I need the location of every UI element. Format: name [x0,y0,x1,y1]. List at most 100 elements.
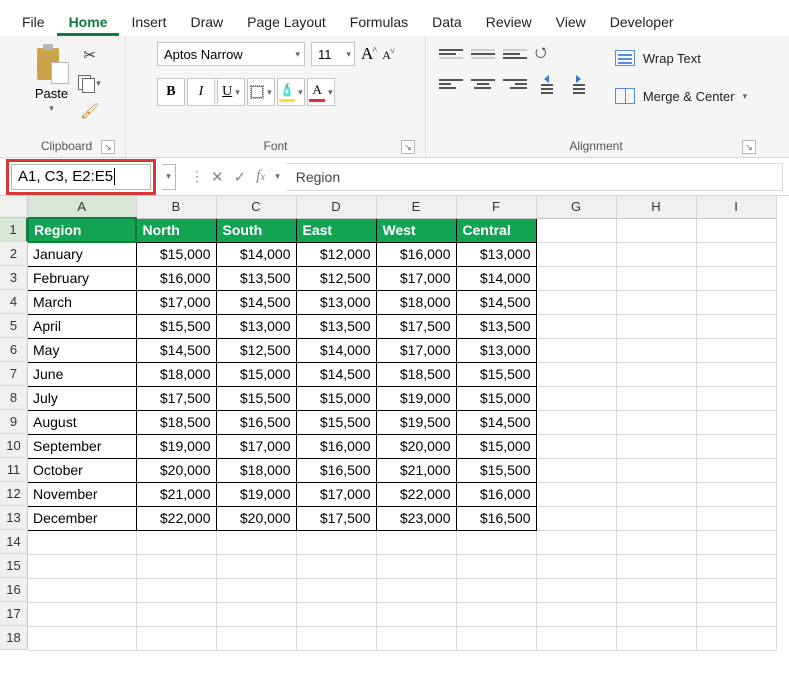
font-color-button[interactable]: A ▾ [307,78,335,106]
cell[interactable] [616,554,696,578]
decrease-font-size-button[interactable]: A˅ [382,46,394,63]
column-header[interactable]: I [696,196,776,218]
cell[interactable]: $15,000 [296,386,376,410]
cell[interactable]: East [296,218,376,242]
cell[interactable] [28,554,136,578]
increase-font-size-button[interactable]: A˄ [361,44,376,64]
cell[interactable]: $21,000 [376,458,456,482]
row-header[interactable]: 13 [0,506,28,530]
cell[interactable]: $23,000 [376,506,456,530]
cell[interactable]: May [28,338,136,362]
cell[interactable]: $17,000 [376,338,456,362]
cell[interactable]: Region [28,218,136,242]
row-header[interactable]: 4 [0,290,28,314]
cell[interactable]: $16,000 [376,242,456,266]
cell[interactable]: $16,500 [456,506,536,530]
format-painter-button[interactable] [77,100,103,122]
cell[interactable] [696,314,776,338]
cell[interactable] [536,602,616,626]
cell[interactable]: $16,000 [296,434,376,458]
cell[interactable] [696,578,776,602]
cell[interactable] [536,362,616,386]
cell[interactable] [136,554,216,578]
name-box[interactable]: A1, C3, E2:E5 [11,164,151,190]
cell[interactable] [616,482,696,506]
fill-color-button[interactable]: 🧴 ▾ [277,78,305,106]
cell[interactable]: September [28,434,136,458]
cell[interactable]: $18,500 [376,362,456,386]
cell[interactable]: February [28,266,136,290]
name-box-dropdown[interactable]: ▾ [162,164,176,190]
cell[interactable]: $17,000 [296,482,376,506]
cell[interactable] [696,506,776,530]
cell[interactable] [28,578,136,602]
orientation-button[interactable] [535,44,559,64]
cell[interactable] [616,626,696,650]
cell[interactable] [376,554,456,578]
grid[interactable]: ABCDEFGHI RegionNorthSouthEastWestCentra… [28,196,777,651]
cell[interactable]: West [376,218,456,242]
cell[interactable] [696,290,776,314]
cell[interactable] [616,434,696,458]
cell[interactable]: $15,000 [456,434,536,458]
cell[interactable]: $17,500 [376,314,456,338]
cell[interactable] [376,602,456,626]
tab-page-layout[interactable]: Page Layout [235,6,338,36]
column-header[interactable]: H [616,196,696,218]
cell[interactable] [696,554,776,578]
row-header[interactable]: 1 [0,218,28,242]
cell[interactable]: $20,000 [136,458,216,482]
increase-indent-button[interactable] [567,74,591,94]
copy-button[interactable]: ▾ [77,72,103,94]
row-header[interactable]: 7 [0,362,28,386]
cell[interactable]: June [28,362,136,386]
row-header[interactable]: 5 [0,314,28,338]
cell[interactable]: $14,500 [456,290,536,314]
column-header[interactable]: B [136,196,216,218]
cell[interactable]: $22,000 [376,482,456,506]
wrap-text-button[interactable]: Wrap Text [609,44,753,72]
cell[interactable] [28,530,136,554]
dialog-launcher-icon[interactable]: ↘ [742,140,756,154]
cell[interactable] [536,530,616,554]
cell[interactable] [616,530,696,554]
cancel-formula-button[interactable]: ✕ [211,168,224,186]
cell[interactable] [376,626,456,650]
cell[interactable]: North [136,218,216,242]
cell[interactable]: $19,000 [376,386,456,410]
cell[interactable] [536,434,616,458]
cell[interactable]: January [28,242,136,266]
cell[interactable] [136,602,216,626]
cell[interactable]: $15,000 [456,386,536,410]
cell[interactable] [616,362,696,386]
column-header[interactable]: G [536,196,616,218]
cell[interactable]: $14,000 [216,242,296,266]
cell[interactable]: $19,000 [216,482,296,506]
tab-insert[interactable]: Insert [119,6,178,36]
italic-button[interactable]: I [187,78,215,106]
cell[interactable] [136,530,216,554]
cell[interactable]: $15,500 [296,410,376,434]
cell[interactable]: $17,000 [376,266,456,290]
cell[interactable] [296,554,376,578]
select-all-corner[interactable] [0,196,28,218]
cell[interactable] [28,626,136,650]
cell[interactable]: $15,000 [216,362,296,386]
tab-formulas[interactable]: Formulas [338,6,420,36]
cell[interactable]: $17,500 [136,386,216,410]
cell[interactable]: $17,500 [296,506,376,530]
row-header[interactable]: 15 [0,554,28,578]
cell[interactable]: $13,000 [456,242,536,266]
cell[interactable] [536,578,616,602]
cell[interactable]: $16,000 [456,482,536,506]
row-header[interactable]: 18 [0,626,28,650]
borders-button[interactable]: ▾ [247,78,275,106]
cell[interactable] [696,602,776,626]
cell[interactable] [136,578,216,602]
font-size-select[interactable]: 11 ▾ [311,42,355,66]
cell[interactable]: December [28,506,136,530]
cell[interactable]: April [28,314,136,338]
cell[interactable] [696,218,776,242]
cell[interactable]: $17,000 [216,434,296,458]
cell[interactable]: $16,000 [136,266,216,290]
